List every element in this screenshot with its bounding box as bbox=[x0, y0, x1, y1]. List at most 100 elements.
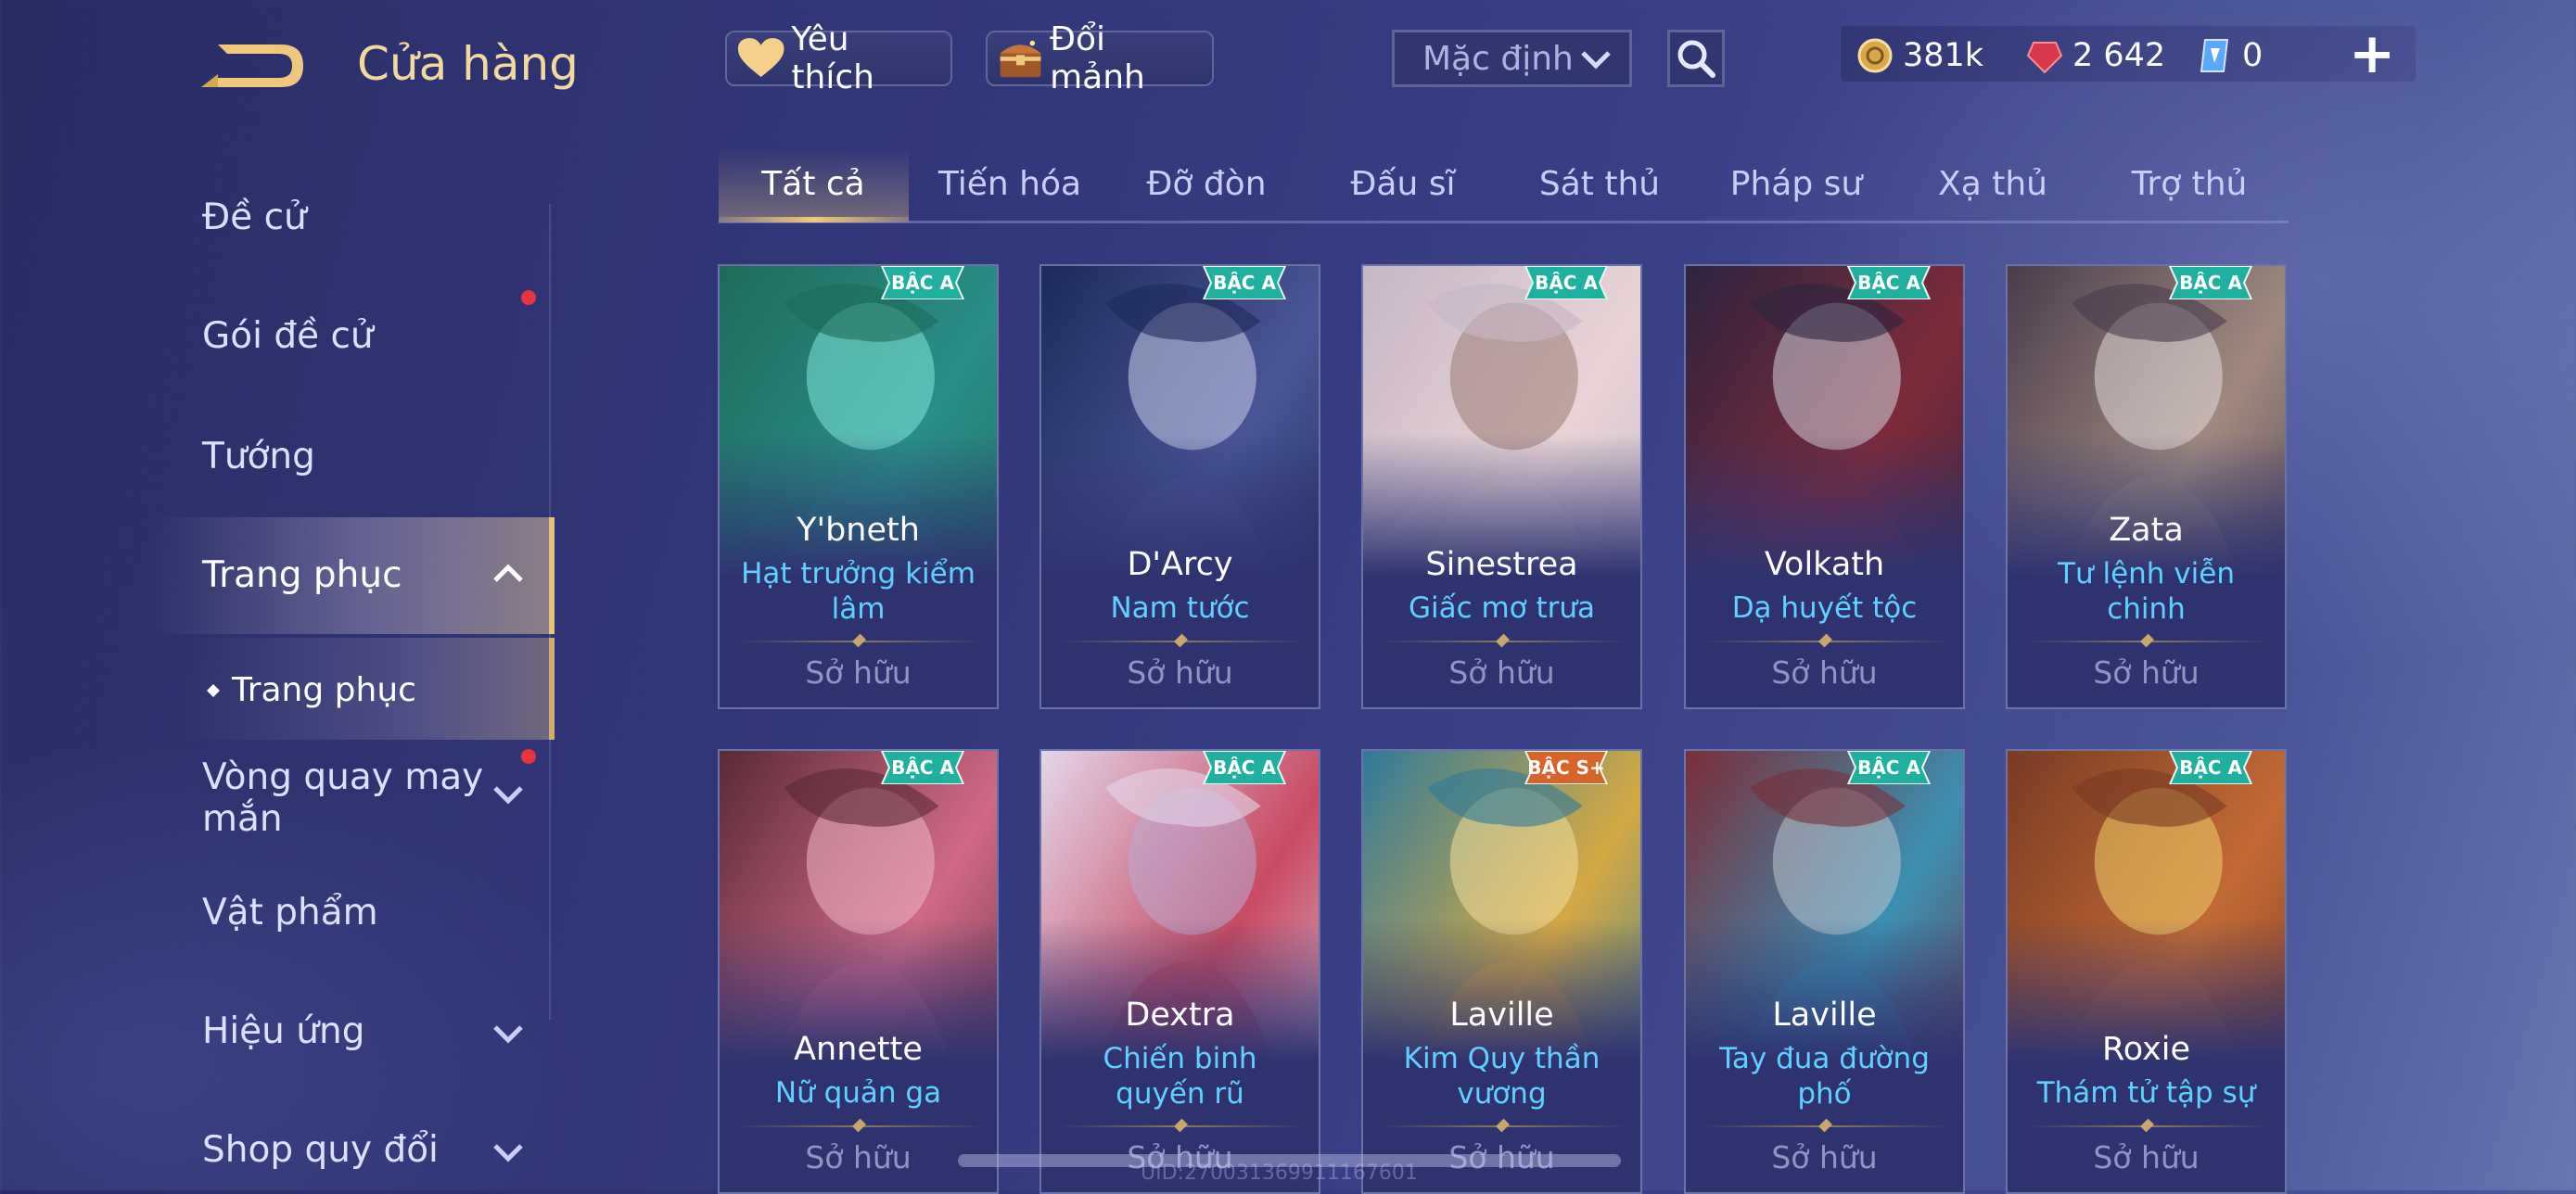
rank-badge-label: BẬC A bbox=[2179, 756, 2242, 779]
sidebar-item-heroes[interactable]: Tướng bbox=[202, 436, 315, 477]
hero-name: Laville bbox=[1772, 997, 1877, 1034]
skin-card[interactable]: BẬC A Annette Nữ quản ga Sở hữu bbox=[718, 749, 999, 1194]
sidebar-subitem-skins[interactable]: Trang phục bbox=[232, 671, 416, 709]
skin-card[interactable]: BẬC A Laville Tay đua đường phố Sở hữu bbox=[1684, 749, 1965, 1194]
gem-currency: 2 642 bbox=[2026, 28, 2165, 83]
rank-badge-label: BẬC S+ bbox=[1527, 756, 1605, 779]
back-arrow-icon bbox=[201, 44, 303, 87]
rank-badge: BẬC A bbox=[880, 266, 965, 300]
hero-name: Zata bbox=[2109, 512, 2184, 549]
blue-ticket-icon bbox=[2200, 39, 2229, 72]
gem-value: 2 642 bbox=[2072, 37, 2166, 74]
gold-currency: 381k bbox=[1856, 28, 1983, 83]
sidebar-item-recommended[interactable]: Đề cử bbox=[202, 197, 307, 238]
sidebar-item-lucky-wheel[interactable]: Vòng quay may mắn bbox=[202, 756, 499, 840]
chevron-down-icon[interactable] bbox=[491, 781, 525, 808]
skin-card[interactable]: BẬC A Y'bneth Hạt trưởng kiểm lâm Sở hữu bbox=[718, 264, 999, 709]
skin-name: Dạ huyết tộc bbox=[1731, 591, 1918, 625]
sidebar-item-skins[interactable]: Trang phục bbox=[202, 554, 402, 596]
rank-badge-label: BẬC A bbox=[891, 272, 954, 294]
skin-card[interactable]: BẬC A Zata Tư lệnh viễn chinh Sở hữu bbox=[2006, 264, 2287, 709]
rank-badge: BẬC A bbox=[1524, 266, 1609, 300]
rank-badge: BẬC A bbox=[2168, 266, 2253, 300]
owned-status: Sở hữu bbox=[1448, 654, 1555, 691]
tab-evolution[interactable]: Tiến hóa bbox=[917, 165, 1103, 203]
hero-name: Dextra bbox=[1125, 997, 1235, 1034]
skin-name: Chiến binh quyến rũ bbox=[1103, 1042, 1257, 1111]
notification-dot bbox=[521, 749, 536, 764]
rank-badge-label: BẬC A bbox=[1857, 272, 1920, 294]
skin-name: Nữ quản ga bbox=[774, 1076, 942, 1110]
exchange-shards-label: Đổi mảnh bbox=[1050, 20, 1145, 96]
owned-status: Sở hữu bbox=[1771, 654, 1878, 691]
rank-badge: BẬC A bbox=[1202, 751, 1287, 785]
skin-card[interactable]: BẬC A Sinestrea Giấc mơ trưa Sở hữu bbox=[1361, 264, 1642, 709]
hero-name: Volkath bbox=[1764, 546, 1885, 583]
red-gem-icon bbox=[2026, 42, 2063, 74]
back-button[interactable] bbox=[199, 37, 309, 95]
active-tab-indicator bbox=[719, 217, 909, 222]
skin-card[interactable]: BẬC A Dextra Chiến binh quyến rũ Sở hữu bbox=[1039, 749, 1320, 1194]
sidebar-item-recommended-packs[interactable]: Gói đề cử bbox=[202, 315, 374, 357]
hero-name: Annette bbox=[794, 1031, 923, 1068]
rank-badge-label: BẬC A bbox=[2179, 272, 2242, 294]
tab-marksman[interactable]: Xạ thủ bbox=[1900, 165, 2085, 203]
skin-card[interactable]: BẬC A Volkath Dạ huyết tộc Sở hữu bbox=[1684, 264, 1965, 709]
chevron-down-icon bbox=[1581, 51, 1611, 70]
skin-card[interactable]: BẬC S+ Laville Kim Quy thần vương Sở hữu bbox=[1361, 749, 1642, 1194]
rank-badge-label: BẬC A bbox=[1857, 756, 1920, 779]
tab-mage[interactable]: Pháp sư bbox=[1703, 165, 1889, 203]
add-currency-button[interactable]: + bbox=[2349, 26, 2395, 82]
rank-badge: BẬC A bbox=[1846, 751, 1932, 785]
owned-status: Sở hữu bbox=[2093, 654, 2200, 691]
skin-name: Giấc mơ trưa bbox=[1408, 591, 1596, 625]
heart-icon bbox=[737, 38, 784, 78]
gold-coin-icon bbox=[1857, 38, 1893, 73]
tabs-underline bbox=[719, 221, 2289, 223]
hero-name: Sinestrea bbox=[1425, 546, 1578, 583]
owned-status: Sở hữu bbox=[2093, 1139, 2200, 1175]
rank-badge-label: BẬC A bbox=[1213, 756, 1276, 779]
sidebar-item-effects[interactable]: Hiệu ứng bbox=[202, 1010, 364, 1052]
skin-name: Tay đua đường phố bbox=[1719, 1042, 1930, 1111]
rank-badge: BẬC A bbox=[1202, 266, 1287, 300]
rank-badge: BẬC A bbox=[2168, 751, 2253, 785]
exchange-shards-button[interactable]: Đổi mảnh bbox=[986, 20, 1214, 96]
search-button[interactable] bbox=[1667, 30, 1725, 87]
owned-status: Sở hữu bbox=[805, 1139, 912, 1175]
skin-name: Hạt trưởng kiểm lâm bbox=[741, 557, 976, 626]
owned-status: Sở hữu bbox=[1771, 1139, 1878, 1175]
hero-name: Laville bbox=[1449, 997, 1554, 1034]
category-tabs: Tất cả Tiến hóa Đỡ đòn Đấu sĩ Sát thủ Ph… bbox=[719, 148, 2289, 223]
owned-status: Sở hữu bbox=[805, 654, 912, 691]
skin-card[interactable]: BẬC A D'Arcy Nam tước Sở hữu bbox=[1039, 264, 1320, 709]
tab-all[interactable]: Tất cả bbox=[721, 165, 906, 203]
page-title: Cửa hàng bbox=[357, 37, 579, 91]
skin-card[interactable]: BẬC A Roxie Thám tử tập sự Sở hữu bbox=[2006, 749, 2287, 1194]
notification-dot bbox=[521, 290, 536, 305]
hero-name: Roxie bbox=[2101, 1031, 2191, 1068]
ticket-value: 0 bbox=[2242, 37, 2264, 74]
diamond-bullet-icon bbox=[207, 684, 220, 697]
chevron-down-icon[interactable] bbox=[491, 1138, 525, 1166]
skin-name: Tư lệnh viễn chinh bbox=[2058, 557, 2235, 626]
search-icon bbox=[1677, 40, 1715, 78]
skin-name: Thám tử tập sự bbox=[2036, 1076, 2256, 1110]
sort-value: Mặc định bbox=[1422, 39, 1574, 78]
tab-support[interactable]: Trợ thủ bbox=[2097, 165, 2282, 203]
rank-badge: BẬC S+ bbox=[1524, 751, 1609, 785]
sort-dropdown[interactable]: Mặc định bbox=[1392, 30, 1632, 87]
favorites-button[interactable]: Yêu thích bbox=[725, 20, 952, 96]
tab-fighter[interactable]: Đấu sĩ bbox=[1310, 165, 1496, 203]
favorites-label: Yêu thích bbox=[791, 20, 874, 96]
skin-name: Nam tước bbox=[1110, 591, 1250, 625]
sidebar-item-exchange-shop[interactable]: Shop quy đổi bbox=[202, 1129, 439, 1171]
rank-badge-label: BẬC A bbox=[1535, 272, 1598, 294]
chevron-down-icon[interactable] bbox=[491, 1020, 525, 1048]
tab-assassin[interactable]: Sát thủ bbox=[1507, 165, 1692, 203]
uid-watermark: UID:270031369911167601 bbox=[1141, 1162, 1418, 1185]
chevron-up-icon[interactable] bbox=[491, 560, 525, 588]
owned-status: Sở hữu bbox=[1127, 654, 1233, 691]
sidebar-item-items[interactable]: Vật phẩm bbox=[202, 892, 378, 934]
tab-tank[interactable]: Đỡ đòn bbox=[1114, 165, 1299, 203]
